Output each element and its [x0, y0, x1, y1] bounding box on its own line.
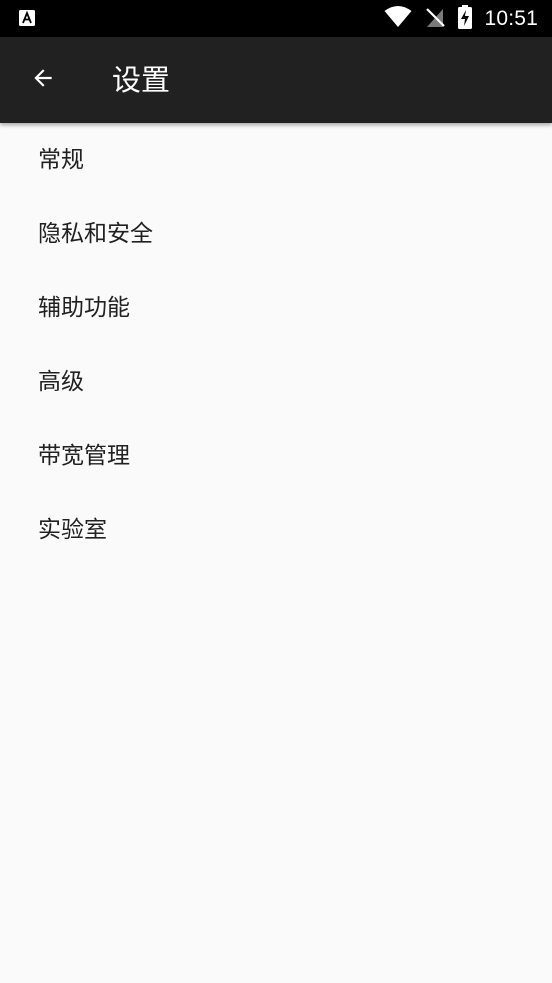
settings-list: 常规 隐私和安全 辅助功能 高级 带宽管理 实验室	[0, 123, 552, 567]
page-title: 设置	[112, 63, 171, 97]
battery-charging-icon	[458, 4, 473, 33]
arrow-back-icon	[30, 65, 56, 95]
notification-a-icon	[18, 9, 36, 27]
status-icons: 10:51	[384, 0, 538, 37]
settings-item-bandwidth[interactable]: 带宽管理	[0, 419, 552, 493]
status-time: 10:51	[484, 6, 538, 30]
wifi-icon	[384, 5, 412, 32]
app-bar: 设置	[0, 37, 552, 123]
back-button[interactable]	[22, 59, 64, 101]
settings-item-advanced[interactable]: 高级	[0, 345, 552, 419]
settings-item-accessibility[interactable]: 辅助功能	[0, 271, 552, 345]
settings-item-privacy-security[interactable]: 隐私和安全	[0, 197, 552, 271]
no-sim-icon	[424, 6, 446, 32]
status-bar: 10:51	[0, 0, 552, 37]
settings-item-labs[interactable]: 实验室	[0, 493, 552, 567]
settings-item-general[interactable]: 常规	[0, 123, 552, 197]
